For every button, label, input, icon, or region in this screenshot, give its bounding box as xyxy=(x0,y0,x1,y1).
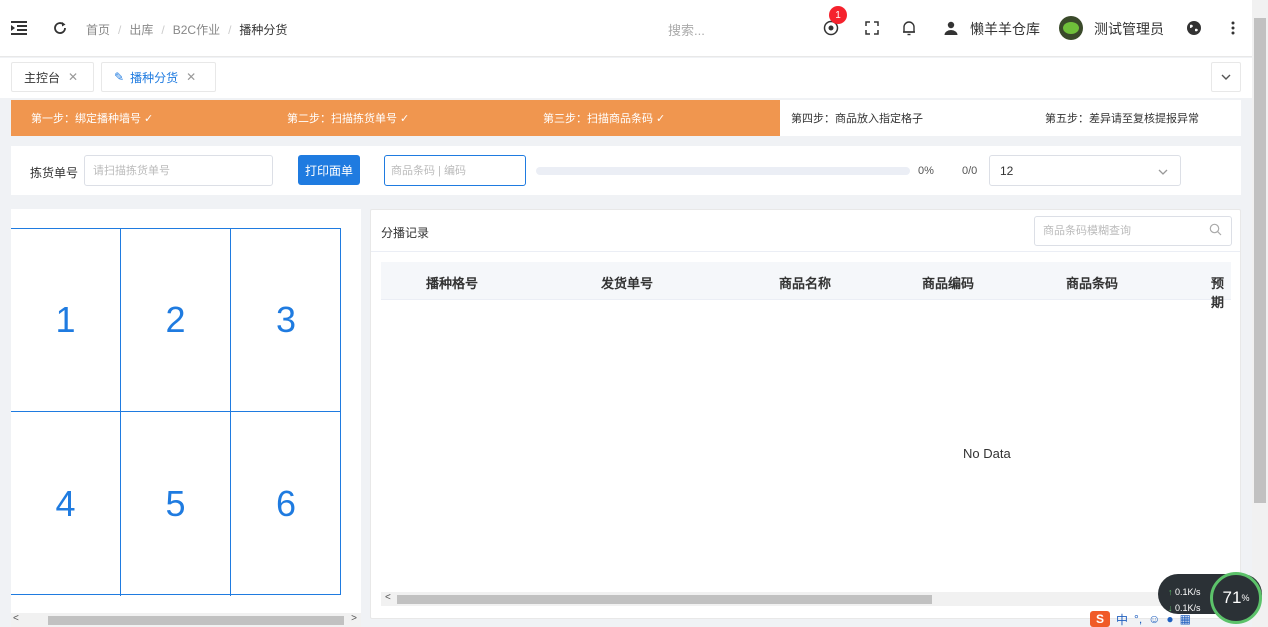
breadcrumb-current: 播种分货 xyxy=(239,23,288,37)
step-5: 第五步：差异请至复核提报异常 xyxy=(1045,113,1199,125)
tab-sorting[interactable]: ✎ 播种分货 ✕ xyxy=(101,62,216,92)
breadcrumb-separator: / xyxy=(118,22,122,37)
warehouse-name[interactable]: 懒羊羊仓库 xyxy=(970,19,1040,39)
search-icon[interactable] xyxy=(1209,223,1222,236)
pen-icon: ✎ xyxy=(114,70,125,84)
ime-logo-icon[interactable]: S xyxy=(1090,611,1110,627)
col-grid-no[interactable]: 播种格号 xyxy=(426,273,478,292)
menu-collapse-icon[interactable] xyxy=(8,17,30,39)
grid-cell[interactable]: 2 xyxy=(121,229,231,412)
tabs-dropdown-button[interactable] xyxy=(1211,62,1241,92)
progress-bar xyxy=(536,167,910,175)
col-product-code[interactable]: 商品编码 xyxy=(922,273,974,292)
breadcrumb-separator: / xyxy=(161,22,165,37)
seeding-wall-panel: 1 2 3 4 5 6 < > xyxy=(11,209,361,627)
close-icon[interactable]: ✕ xyxy=(186,70,196,84)
upload-speed: ↑ 0.1K/s xyxy=(1168,587,1201,597)
breadcrumb-home[interactable]: 首页 xyxy=(86,21,110,38)
memory-percent: 71 xyxy=(1222,588,1242,607)
step-4: 第四步：商品放入指定格子 xyxy=(791,113,923,125)
avatar[interactable] xyxy=(1059,16,1083,40)
tabs-bar: 主控台 ✕ ✎ 播种分货 ✕ xyxy=(0,58,1252,98)
ime-keyboard-icon[interactable]: ▦ xyxy=(1180,612,1191,626)
step-2: 第二步：扫描拣货单号 ✓ xyxy=(267,100,523,136)
top-header: 首页 / 出库 / B2C作业 / 播种分货 搜索... 1 懒羊羊仓库 测试管… xyxy=(0,0,1252,57)
user-icon[interactable] xyxy=(940,17,962,39)
scrollbar-thumb[interactable] xyxy=(48,616,344,625)
breadcrumb: 首页 / 出库 / B2C作业 / 播种分货 xyxy=(86,21,287,38)
scrollbar-thumb[interactable] xyxy=(1254,18,1266,503)
chevron-down-icon xyxy=(1221,74,1231,80)
tab-home[interactable]: 主控台 ✕ xyxy=(11,62,94,92)
scan-controls: 拣货单号 打印面单 0% 0/0 12 xyxy=(11,146,1241,195)
step-3: 第三步：扫描商品条码 ✓ xyxy=(523,100,780,136)
grid-cell[interactable]: 6 xyxy=(231,412,341,596)
empty-state: No Data xyxy=(963,446,1011,461)
ime-punctuation-icon[interactable]: °, xyxy=(1134,612,1142,626)
breadcrumb-outbound[interactable]: 出库 xyxy=(129,21,153,38)
pick-order-label: 拣货单号 xyxy=(30,166,79,180)
barcode-input[interactable] xyxy=(384,155,526,186)
breadcrumb-separator: / xyxy=(228,22,232,37)
grid-cell[interactable]: 3 xyxy=(231,229,341,412)
chevron-down-icon xyxy=(1158,169,1168,175)
col-shipment-no[interactable]: 发货单号 xyxy=(601,273,653,292)
grid-count-select[interactable]: 12 xyxy=(989,155,1181,186)
divider xyxy=(371,251,1240,252)
refresh-icon[interactable] xyxy=(49,17,71,39)
sorting-records-panel: 分播记录 播种格号 发货单号 商品名称 商品编码 商品条码 预期 No Data… xyxy=(370,209,1241,619)
ime-emoji-icon[interactable]: ☺ xyxy=(1148,612,1160,626)
more-vertical-icon[interactable] xyxy=(1222,17,1244,39)
grid-cell[interactable]: 1 xyxy=(11,229,121,412)
col-product-barcode[interactable]: 商品条码 xyxy=(1066,273,1118,292)
breadcrumb-b2c[interactable]: B2C作业 xyxy=(173,21,220,38)
tab-label: 主控台 xyxy=(24,70,61,85)
ime-toolbar[interactable]: S 中 °, ☺ ● ▦ xyxy=(1090,611,1268,627)
table-horizontal-scrollbar[interactable]: < xyxy=(381,592,1231,606)
grid-horizontal-scrollbar[interactable]: < > xyxy=(11,613,361,627)
table-header: 播种格号 发货单号 商品名称 商品编码 商品条码 预期 xyxy=(381,262,1231,310)
records-title: 分播记录 xyxy=(381,226,430,240)
user-name[interactable]: 测试管理员 xyxy=(1094,19,1164,39)
pick-order-input[interactable] xyxy=(84,155,273,186)
print-label-button[interactable]: 打印面单 xyxy=(298,155,360,185)
fullscreen-icon[interactable] xyxy=(861,17,883,39)
col-expected[interactable]: 预期 xyxy=(1211,273,1231,311)
progress-count: 0/0 xyxy=(962,165,978,177)
scrollbar-thumb[interactable] xyxy=(397,595,932,604)
scroll-right-arrow[interactable]: > xyxy=(351,613,357,624)
records-table: 播种格号 发货单号 商品名称 商品编码 商品条码 预期 No Data < xyxy=(381,262,1231,607)
page-scrollbar[interactable] xyxy=(1252,0,1268,627)
grid-cell[interactable]: 4 xyxy=(11,412,121,596)
globe-icon[interactable] xyxy=(1183,17,1205,39)
seeding-wall-grid: 1 2 3 4 5 6 xyxy=(11,228,341,596)
progress-percent: 0% xyxy=(918,165,934,177)
scroll-left-arrow[interactable]: < xyxy=(13,613,19,624)
tab-label: 播种分货 xyxy=(130,70,179,85)
ime-language[interactable]: 中 xyxy=(1116,611,1128,627)
col-product-name[interactable]: 商品名称 xyxy=(779,273,831,292)
notification-badge: 1 xyxy=(829,6,847,24)
grid-cell[interactable]: 5 xyxy=(121,412,231,596)
bell-icon[interactable] xyxy=(898,17,920,39)
header-search[interactable]: 搜索... xyxy=(668,20,705,39)
close-icon[interactable]: ✕ xyxy=(68,70,78,84)
scroll-left-arrow[interactable]: < xyxy=(385,592,391,603)
grid-count-value: 12 xyxy=(1000,163,1014,178)
step-1: 第一步：绑定播种墙号 ✓ xyxy=(11,100,267,136)
records-search-input[interactable] xyxy=(1034,216,1232,246)
ime-mic-icon[interactable]: ● xyxy=(1166,612,1173,626)
step-bar: 第一步：绑定播种墙号 ✓ 第二步：扫描拣货单号 ✓ 第三步：扫描商品条码 ✓ 第… xyxy=(11,100,1241,136)
